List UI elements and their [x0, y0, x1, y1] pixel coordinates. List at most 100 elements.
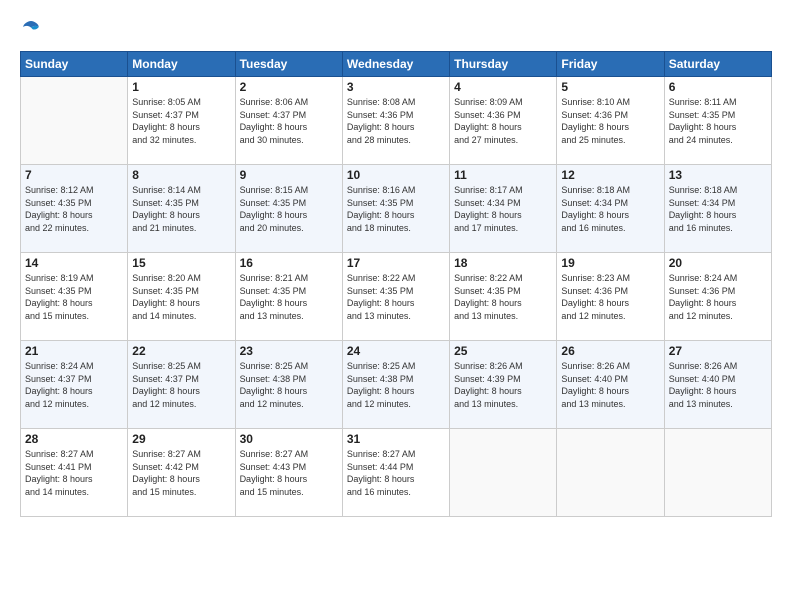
day-number: 23 [240, 344, 338, 358]
day-info: Sunrise: 8:16 AM Sunset: 4:35 PM Dayligh… [347, 184, 445, 234]
calendar-body: 1Sunrise: 8:05 AM Sunset: 4:37 PM Daylig… [21, 77, 772, 517]
calendar-cell: 12 Sunrise: 8:18 AM Sunset: 4:34 PM Dayli… [557, 165, 664, 253]
day-number: 21 [25, 344, 123, 358]
day-number: 25 [454, 344, 552, 358]
calendar-cell [557, 429, 664, 517]
day-info: Sunrise: 8:10 AM Sunset: 4:36 PM Dayligh… [561, 96, 659, 146]
calendar-cell: 27 Sunrise: 8:26 AM Sunset: 4:40 PM Dayli… [664, 341, 771, 429]
day-info: Sunrise: 8:22 AM Sunset: 4:35 PM Dayligh… [454, 272, 552, 322]
day-number: 26 [561, 344, 659, 358]
calendar-cell: 19 Sunrise: 8:23 AM Sunset: 4:36 PM Dayli… [557, 253, 664, 341]
calendar-cell: 20 Sunrise: 8:24 AM Sunset: 4:36 PM Dayli… [664, 253, 771, 341]
calendar-cell: 7 Sunrise: 8:12 AM Sunset: 4:35 PM Daylig… [21, 165, 128, 253]
day-info: Sunrise: 8:19 AM Sunset: 4:35 PM Dayligh… [25, 272, 123, 322]
day-info: Sunrise: 8:25 AM Sunset: 4:38 PM Dayligh… [240, 360, 338, 410]
day-number: 17 [347, 256, 445, 270]
calendar-cell: 31Sunrise: 8:27 AM Sunset: 4:44 PM Dayli… [342, 429, 449, 517]
calendar-week-row: 1Sunrise: 8:05 AM Sunset: 4:37 PM Daylig… [21, 77, 772, 165]
day-number: 4 [454, 80, 552, 94]
day-info: Sunrise: 8:27 AM Sunset: 4:44 PM Dayligh… [347, 448, 445, 498]
day-info: Sunrise: 8:22 AM Sunset: 4:35 PM Dayligh… [347, 272, 445, 322]
day-number: 22 [132, 344, 230, 358]
day-number: 9 [240, 168, 338, 182]
calendar-cell: 13Sunrise: 8:18 AM Sunset: 4:34 PM Dayli… [664, 165, 771, 253]
day-number: 28 [25, 432, 123, 446]
calendar-cell: 2 Sunrise: 8:06 AM Sunset: 4:37 PM Daylig… [235, 77, 342, 165]
day-header: Saturday [664, 52, 771, 77]
day-info: Sunrise: 8:26 AM Sunset: 4:40 PM Dayligh… [669, 360, 767, 410]
day-number: 3 [347, 80, 445, 94]
day-info: Sunrise: 8:24 AM Sunset: 4:36 PM Dayligh… [669, 272, 767, 322]
day-number: 19 [561, 256, 659, 270]
day-number: 7 [25, 168, 123, 182]
page: SundayMondayTuesdayWednesdayThursdayFrid… [0, 0, 792, 612]
day-info: Sunrise: 8:14 AM Sunset: 4:35 PM Dayligh… [132, 184, 230, 234]
calendar-cell: 4 Sunrise: 8:09 AM Sunset: 4:36 PM Daylig… [450, 77, 557, 165]
day-info: Sunrise: 8:17 AM Sunset: 4:34 PM Dayligh… [454, 184, 552, 234]
day-header: Wednesday [342, 52, 449, 77]
header [20, 16, 772, 41]
calendar-cell: 23 Sunrise: 8:25 AM Sunset: 4:38 PM Dayli… [235, 341, 342, 429]
calendar-week-row: 7 Sunrise: 8:12 AM Sunset: 4:35 PM Daylig… [21, 165, 772, 253]
calendar-cell: 29 Sunrise: 8:27 AM Sunset: 4:42 PM Dayli… [128, 429, 235, 517]
day-number: 8 [132, 168, 230, 182]
day-number: 2 [240, 80, 338, 94]
calendar-cell [21, 77, 128, 165]
day-number: 14 [25, 256, 123, 270]
calendar-cell: 22 Sunrise: 8:25 AM Sunset: 4:37 PM Dayli… [128, 341, 235, 429]
calendar-week-row: 21 Sunrise: 8:24 AM Sunset: 4:37 PM Dayli… [21, 341, 772, 429]
calendar-cell: 1Sunrise: 8:05 AM Sunset: 4:37 PM Daylig… [128, 77, 235, 165]
day-info: Sunrise: 8:09 AM Sunset: 4:36 PM Dayligh… [454, 96, 552, 146]
calendar-cell [664, 429, 771, 517]
day-number: 6 [669, 80, 767, 94]
day-info: Sunrise: 8:12 AM Sunset: 4:35 PM Dayligh… [25, 184, 123, 234]
day-header: Monday [128, 52, 235, 77]
calendar-cell: 26 Sunrise: 8:26 AM Sunset: 4:40 PM Dayli… [557, 341, 664, 429]
calendar-cell: 21 Sunrise: 8:24 AM Sunset: 4:37 PM Dayli… [21, 341, 128, 429]
day-number: 20 [669, 256, 767, 270]
day-number: 16 [240, 256, 338, 270]
calendar-cell: 16 Sunrise: 8:21 AM Sunset: 4:35 PM Dayli… [235, 253, 342, 341]
day-number: 24 [347, 344, 445, 358]
day-info: Sunrise: 8:18 AM Sunset: 4:34 PM Dayligh… [561, 184, 659, 234]
day-number: 12 [561, 168, 659, 182]
day-info: Sunrise: 8:20 AM Sunset: 4:35 PM Dayligh… [132, 272, 230, 322]
day-info: Sunrise: 8:26 AM Sunset: 4:40 PM Dayligh… [561, 360, 659, 410]
calendar-week-row: 28Sunrise: 8:27 AM Sunset: 4:41 PM Dayli… [21, 429, 772, 517]
day-number: 27 [669, 344, 767, 358]
day-number: 18 [454, 256, 552, 270]
calendar-cell: 24Sunrise: 8:25 AM Sunset: 4:38 PM Dayli… [342, 341, 449, 429]
calendar-cell: 15 Sunrise: 8:20 AM Sunset: 4:35 PM Dayli… [128, 253, 235, 341]
calendar-cell: 11 Sunrise: 8:17 AM Sunset: 4:34 PM Dayli… [450, 165, 557, 253]
day-number: 29 [132, 432, 230, 446]
day-info: Sunrise: 8:25 AM Sunset: 4:37 PM Dayligh… [132, 360, 230, 410]
day-number: 30 [240, 432, 338, 446]
calendar-table: SundayMondayTuesdayWednesdayThursdayFrid… [20, 51, 772, 517]
logo-bird-icon [22, 18, 40, 36]
day-number: 10 [347, 168, 445, 182]
day-number: 11 [454, 168, 552, 182]
day-header: Friday [557, 52, 664, 77]
calendar-cell: 8 Sunrise: 8:14 AM Sunset: 4:35 PM Daylig… [128, 165, 235, 253]
day-info: Sunrise: 8:05 AM Sunset: 4:37 PM Dayligh… [132, 96, 230, 146]
day-info: Sunrise: 8:26 AM Sunset: 4:39 PM Dayligh… [454, 360, 552, 410]
calendar-cell: 3 Sunrise: 8:08 AM Sunset: 4:36 PM Daylig… [342, 77, 449, 165]
day-number: 15 [132, 256, 230, 270]
day-info: Sunrise: 8:08 AM Sunset: 4:36 PM Dayligh… [347, 96, 445, 146]
day-info: Sunrise: 8:27 AM Sunset: 4:43 PM Dayligh… [240, 448, 338, 498]
day-info: Sunrise: 8:06 AM Sunset: 4:37 PM Dayligh… [240, 96, 338, 146]
day-info: Sunrise: 8:24 AM Sunset: 4:37 PM Dayligh… [25, 360, 123, 410]
calendar-cell: 9Sunrise: 8:15 AM Sunset: 4:35 PM Daylig… [235, 165, 342, 253]
calendar-cell [450, 429, 557, 517]
logo [20, 16, 40, 41]
calendar-week-row: 14 Sunrise: 8:19 AM Sunset: 4:35 PM Dayli… [21, 253, 772, 341]
calendar-cell: 10 Sunrise: 8:16 AM Sunset: 4:35 PM Dayli… [342, 165, 449, 253]
day-info: Sunrise: 8:21 AM Sunset: 4:35 PM Dayligh… [240, 272, 338, 322]
day-info: Sunrise: 8:27 AM Sunset: 4:42 PM Dayligh… [132, 448, 230, 498]
calendar-cell: 6Sunrise: 8:11 AM Sunset: 4:35 PM Daylig… [664, 77, 771, 165]
calendar-cell: 5Sunrise: 8:10 AM Sunset: 4:36 PM Daylig… [557, 77, 664, 165]
day-info: Sunrise: 8:23 AM Sunset: 4:36 PM Dayligh… [561, 272, 659, 322]
day-header: Sunday [21, 52, 128, 77]
day-header: Thursday [450, 52, 557, 77]
calendar-cell: 18 Sunrise: 8:22 AM Sunset: 4:35 PM Dayli… [450, 253, 557, 341]
